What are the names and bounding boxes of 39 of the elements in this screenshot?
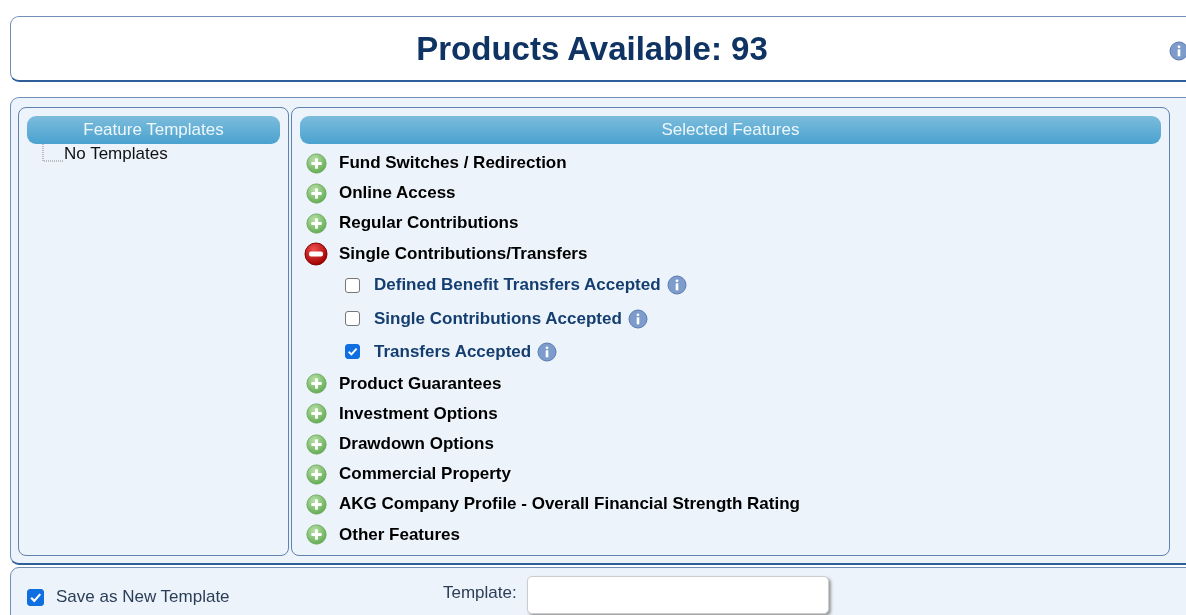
feature-group-label[interactable]: Online Access (339, 183, 456, 204)
expand-icon[interactable] (306, 433, 327, 455)
panel-header: Feature Templates (27, 116, 280, 144)
checkbox[interactable] (345, 344, 360, 360)
feature-group-label[interactable]: Fund Switches / Redirection (339, 153, 567, 174)
tree-item[interactable]: No Templates (64, 144, 168, 164)
template-input[interactable] (526, 576, 829, 614)
expand-icon[interactable] (306, 373, 327, 395)
save-as-template-label: Save as New Template (56, 587, 230, 607)
expand-icon[interactable] (306, 494, 327, 515)
feature-group-label[interactable]: AKG Company Profile - Overall Financial Strength Rating (339, 494, 800, 515)
feature-group-label[interactable]: Regular Contributions (339, 213, 519, 234)
feature-group-label[interactable]: Commercial Property (339, 464, 511, 485)
template-label: Template: (443, 583, 517, 603)
expand-icon[interactable] (306, 182, 327, 204)
info-icon[interactable] (666, 275, 687, 296)
panel-header: Selected Features (300, 116, 1161, 144)
info-icon[interactable] (537, 342, 558, 362)
checkbox[interactable] (345, 277, 360, 293)
feature-group-label[interactable]: Product Guarantees (339, 373, 502, 394)
expand-icon[interactable] (306, 403, 327, 425)
info-icon[interactable] (627, 308, 648, 329)
feature-group-label[interactable]: Other Features (339, 524, 460, 545)
collapse-icon[interactable] (304, 241, 328, 266)
expand-icon[interactable] (306, 152, 327, 174)
feature-option-label[interactable]: Defined Benefit Transfers Accepted (374, 275, 661, 296)
feature-option-label[interactable]: Single Contributions Accepted (374, 308, 622, 329)
feature-option-label[interactable]: Transfers Accepted (374, 342, 532, 362)
feature-group-label[interactable]: Single Contributions/Transfers (339, 243, 588, 264)
expand-icon[interactable] (306, 212, 327, 234)
checkbox[interactable] (27, 588, 44, 606)
products-available-title: Products Available: 93 (416, 29, 768, 68)
feature-group-label[interactable]: Drawdown Options (339, 434, 494, 455)
tree-connector-icon (42, 144, 64, 164)
expand-icon[interactable] (306, 524, 327, 546)
expand-icon[interactable] (306, 463, 327, 485)
checkbox[interactable] (345, 311, 360, 327)
info-icon[interactable] (1169, 41, 1186, 61)
feature-group-label[interactable]: Investment Options (339, 403, 498, 424)
